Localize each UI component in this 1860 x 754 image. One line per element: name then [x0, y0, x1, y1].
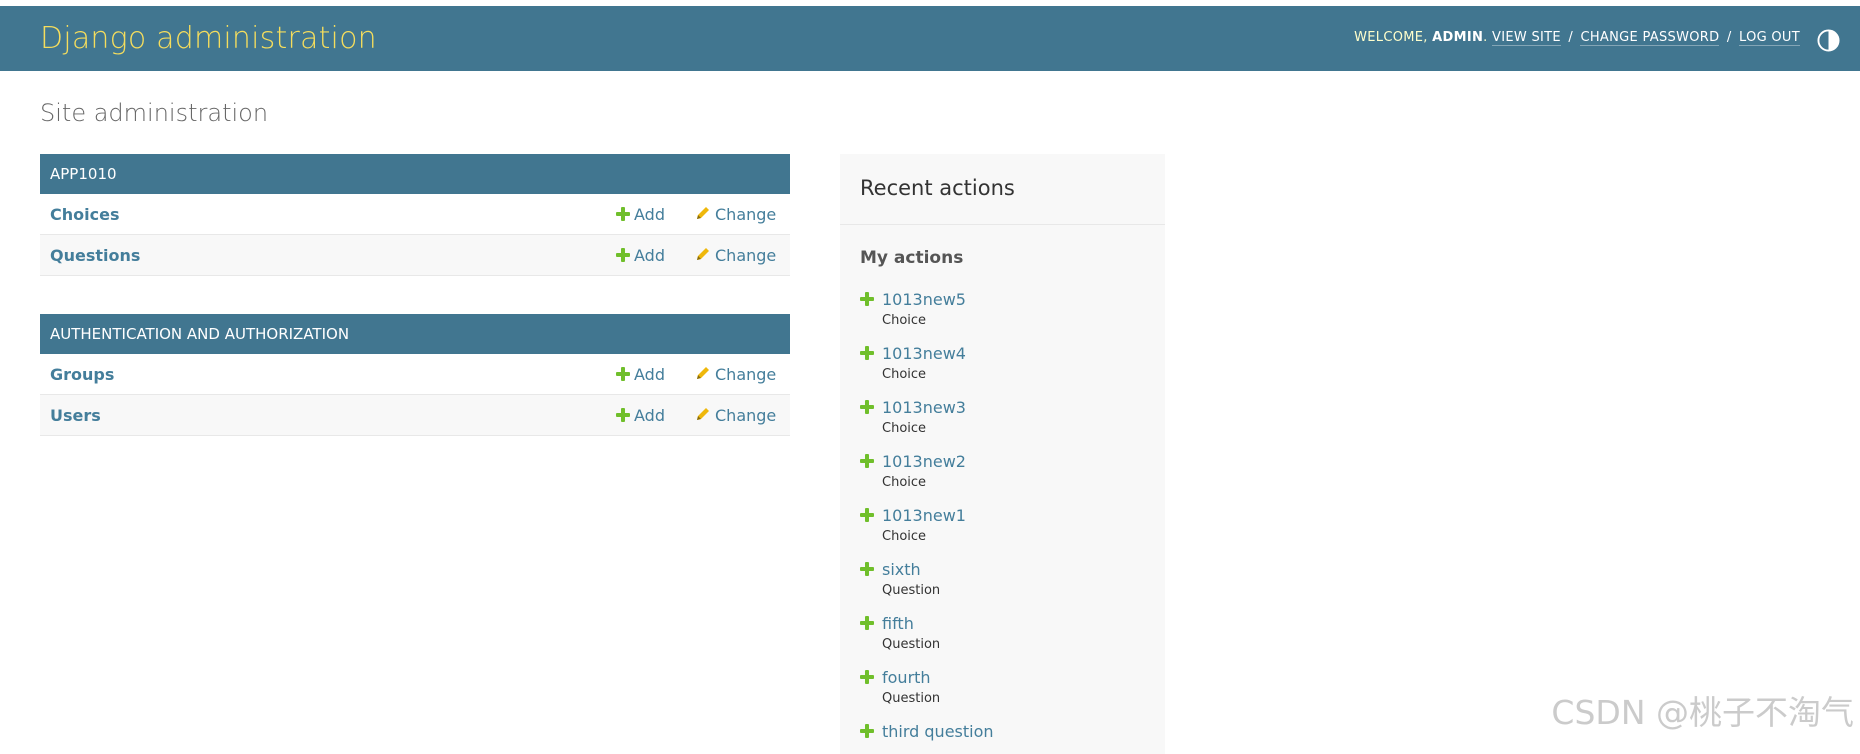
recent-actions-title: Recent actions [860, 176, 1015, 200]
action-link[interactable]: 1013new3 [882, 398, 966, 417]
plus-icon [860, 670, 874, 684]
plus-icon [860, 562, 874, 576]
action-type: Question [882, 637, 941, 652]
site-brand-link[interactable]: Django administration [40, 21, 377, 56]
add-users-button[interactable]: Add [616, 406, 665, 425]
contrast-icon[interactable] [1817, 29, 1840, 52]
page-title: Site administration [40, 99, 269, 127]
plus-icon [616, 408, 630, 422]
separator: / [1726, 30, 1732, 45]
module-caption[interactable]: APP1010 [40, 154, 790, 194]
model-row-choices: Choices Add Change [40, 194, 790, 235]
plus-icon [616, 207, 630, 221]
action-link[interactable]: 1013new2 [882, 452, 966, 471]
model-link-questions[interactable]: Questions [50, 246, 140, 265]
plus-icon [860, 346, 874, 360]
action-link[interactable]: fifth [882, 614, 914, 633]
log-out-link[interactable]: Log out [1738, 30, 1800, 46]
model-link-groups[interactable]: Groups [50, 365, 114, 384]
action-type: Choice [882, 313, 927, 328]
model-link-users[interactable]: Users [50, 406, 101, 425]
model-row-questions: Questions Add Change [40, 235, 790, 276]
username: admin [1432, 30, 1484, 45]
action-link[interactable]: 1013new1 [882, 506, 966, 525]
module-auth: Authentication and Authorization Groups … [40, 314, 790, 436]
action-type: Choice [882, 475, 927, 490]
action-type: Choice [882, 529, 927, 544]
plus-icon [860, 400, 874, 414]
change-choices-button[interactable]: Change [695, 205, 776, 224]
pencil-icon [697, 367, 709, 379]
add-choices-button[interactable]: Add [616, 205, 665, 224]
plus-icon [616, 367, 630, 381]
welcome-text: Welcome, [1354, 30, 1428, 45]
user-tools: Welcome, admin. View site / Change passw… [1354, 30, 1800, 46]
module-app1010: APP1010 Choices Add Change Questions Add… [40, 154, 790, 276]
change-groups-button[interactable]: Change [695, 365, 776, 384]
action-type: Choice [882, 367, 927, 382]
action-link[interactable]: 1013new4 [882, 344, 966, 363]
change-questions-button[interactable]: Change [695, 246, 776, 265]
action-type: Choice [882, 421, 927, 436]
model-link-choices[interactable]: Choices [50, 205, 119, 224]
pencil-icon [697, 207, 709, 219]
plus-icon [860, 724, 874, 738]
model-row-users: Users Add Change [40, 395, 790, 436]
action-link[interactable]: third question [882, 722, 994, 741]
plus-icon [860, 454, 874, 468]
module-caption[interactable]: Authentication and Authorization [40, 314, 790, 354]
recent-actions-panel: Recent actions My actions 1013new5 Choic… [840, 154, 1165, 754]
add-groups-button[interactable]: Add [616, 365, 665, 384]
pencil-icon [697, 408, 709, 420]
action-type: Question [882, 691, 941, 706]
action-type: Question [882, 583, 941, 598]
separator: / [1568, 30, 1574, 45]
plus-icon [616, 248, 630, 262]
action-link[interactable]: 1013new5 [882, 290, 966, 309]
add-questions-button[interactable]: Add [616, 246, 665, 265]
model-row-groups: Groups Add Change [40, 354, 790, 395]
watermark: CSDN @桃子不淘气 [1551, 693, 1854, 732]
my-actions-title: My actions [860, 248, 964, 268]
action-link[interactable]: fourth [882, 668, 931, 687]
header: Django administration Welcome, admin. Vi… [0, 6, 1860, 71]
action-link[interactable]: sixth [882, 560, 921, 579]
view-site-link[interactable]: View site [1492, 30, 1561, 46]
plus-icon [860, 508, 874, 522]
plus-icon [860, 616, 874, 630]
plus-icon [860, 292, 874, 306]
change-password-link[interactable]: Change password [1580, 30, 1720, 46]
divider [840, 224, 1165, 225]
change-users-button[interactable]: Change [695, 406, 776, 425]
pencil-icon [697, 248, 709, 260]
